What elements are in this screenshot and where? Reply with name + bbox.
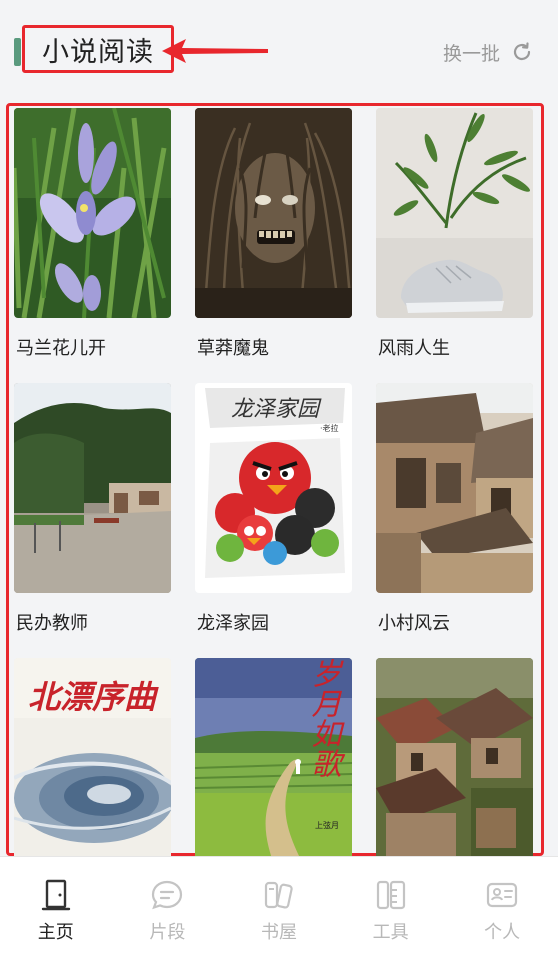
- book-card[interactable]: 民办教师: [14, 383, 171, 658]
- book-cover: [14, 108, 171, 318]
- cover-title-text: 龙泽家园: [231, 397, 322, 422]
- refresh-button[interactable]: 换一批: [443, 36, 534, 68]
- long-haired-monster-cover-image: [195, 108, 352, 318]
- cover-title-text: 北漂序曲: [28, 678, 159, 716]
- home-door-icon: [41, 879, 70, 911]
- id-card-icon: [487, 882, 518, 908]
- book-grid: 马兰花儿开 草莽魔鬼 风雨人生 民办教师 龙泽家园 ·老拉 龙泽家园 小村风云 …: [14, 108, 538, 868]
- book-cover: [376, 108, 533, 318]
- bamboo-and-sneaker-cover-image: [376, 108, 533, 318]
- book-title: 小村风云: [378, 613, 450, 634]
- section-accent-bar: [14, 38, 21, 66]
- tab-label: 片段: [149, 922, 186, 943]
- swirl-calligraphy-cover-image: 北漂序曲: [14, 658, 171, 868]
- book-title: 民办教师: [16, 613, 88, 634]
- book-title: 风雨人生: [378, 338, 450, 359]
- tab-snippets[interactable]: 片段: [117, 878, 217, 944]
- book-cover: 龙泽家园 ·老拉: [195, 383, 352, 593]
- cover-author-text: 上弦月: [315, 820, 339, 830]
- book-card[interactable]: 岁月如歌 上弦月: [195, 658, 352, 868]
- old-village-house-cover-image: [376, 383, 533, 593]
- book-title: 龙泽家园: [197, 613, 269, 634]
- annotation-arrow-icon: [162, 39, 268, 63]
- chat-bubble-icon: [152, 880, 183, 910]
- book-title: 草莽魔鬼: [197, 338, 269, 359]
- book-card[interactable]: [376, 658, 533, 868]
- section-title: 小说阅读: [42, 36, 154, 68]
- countryside-path-cover-image: 岁月如歌 上弦月: [195, 658, 352, 868]
- book-cover: [376, 383, 533, 593]
- book-title: 马兰花儿开: [16, 338, 106, 359]
- book-cover: [14, 383, 171, 593]
- tab-label: 书屋: [260, 922, 297, 943]
- book-cover: 岁月如歌 上弦月: [195, 658, 352, 868]
- bookshelf-icon: [264, 881, 293, 909]
- book-card[interactable]: 龙泽家园 ·老拉 龙泽家园: [195, 383, 352, 658]
- section-header: 小说阅读 换一批: [0, 0, 558, 96]
- tab-profile[interactable]: 个人: [452, 878, 552, 944]
- cover-title-text: 岁月如歌: [306, 658, 342, 778]
- angry-birds-cover-image: 龙泽家园 ·老拉: [195, 383, 352, 593]
- school-yard-cover-image: [14, 383, 171, 593]
- tab-label: 主页: [37, 922, 74, 943]
- tab-bookstore[interactable]: 书屋: [229, 878, 329, 944]
- refresh-label: 换一批: [442, 42, 500, 65]
- book-card[interactable]: 小村风云: [376, 383, 533, 658]
- section-title-highlight: 小说阅读: [22, 25, 174, 73]
- tab-home[interactable]: 主页: [6, 878, 106, 944]
- book-cover: [376, 658, 533, 868]
- bottom-tab-bar: 主页 片段 书屋 工具 个人: [0, 856, 558, 965]
- book-card[interactable]: 风雨人生: [376, 108, 533, 383]
- iris-flower-cover-image: [14, 108, 171, 318]
- refresh-icon: [513, 42, 531, 61]
- village-rooftops-cover-image: [376, 658, 533, 868]
- book-card[interactable]: 马兰花儿开: [14, 108, 171, 383]
- tab-label: 个人: [484, 922, 521, 943]
- tab-tools[interactable]: 工具: [341, 878, 441, 944]
- tools-icon: [376, 880, 405, 910]
- cover-subtitle-text: ·老拉: [320, 423, 339, 433]
- book-cover: [195, 108, 352, 318]
- tab-label: 工具: [372, 922, 409, 943]
- book-card[interactable]: 北漂序曲: [14, 658, 171, 868]
- book-card[interactable]: 草莽魔鬼: [195, 108, 352, 383]
- book-cover: 北漂序曲: [14, 658, 171, 868]
